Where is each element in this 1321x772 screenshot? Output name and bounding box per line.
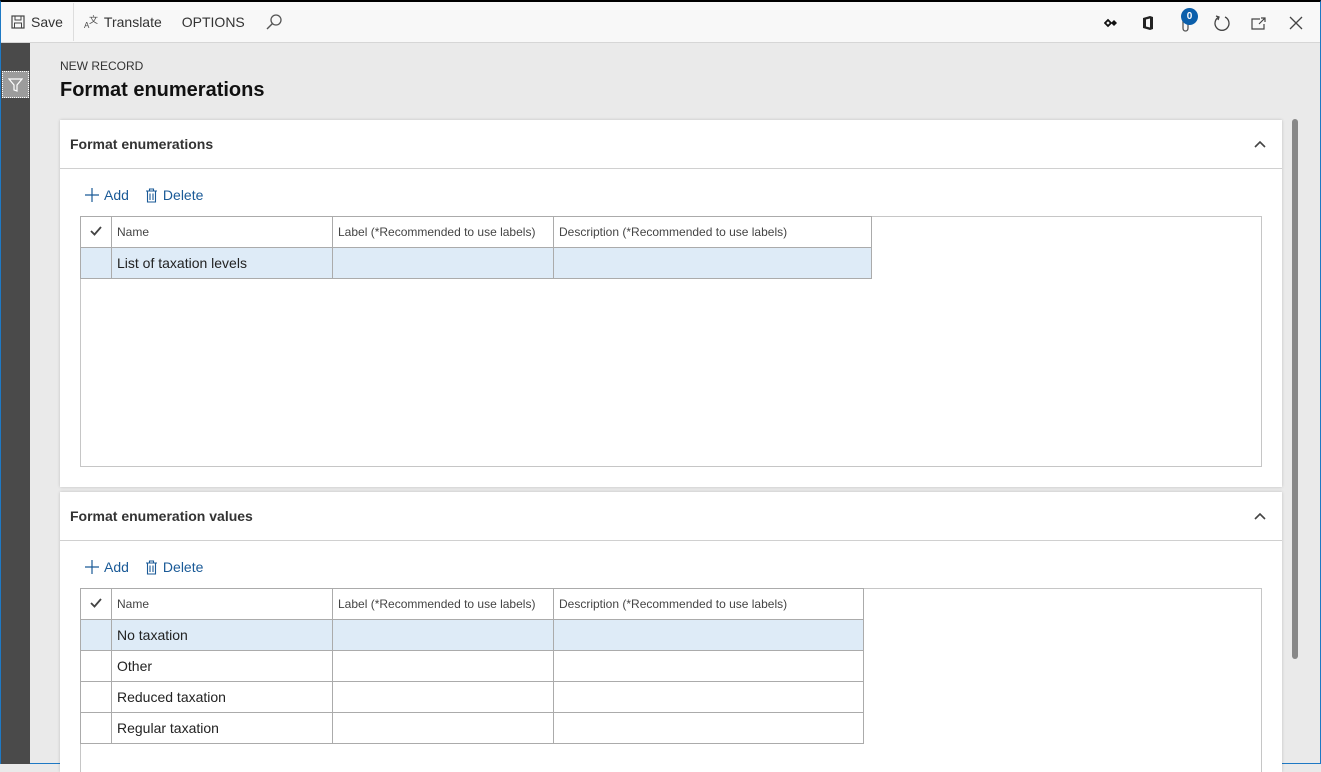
format-enumeration-values-grid: Name Label (*Recommended to use labels) … [80,588,1262,772]
close-icon [1289,16,1302,29]
add-label: Add [104,559,129,575]
cell-name[interactable]: Regular taxation [111,712,333,744]
format-enumerations-header[interactable]: Format enumerations [60,120,1282,169]
refresh-icon [1213,14,1230,31]
connections-button[interactable] [1092,2,1129,43]
format-enumerations-grid: Name Label (*Recommended to use labels) … [80,216,1262,467]
translate-icon: A文 [84,15,98,29]
add-button[interactable]: Add [85,559,129,575]
cell-label[interactable] [332,681,554,713]
row-selector[interactable] [80,650,112,682]
attachments-button[interactable]: 0 [1166,2,1203,43]
office-icon [1142,15,1153,30]
column-header-description[interactable]: Description (*Recommended to use labels) [553,216,872,248]
main-content: NEW RECORD Format enumerations Format en… [30,43,1320,772]
column-header-description[interactable]: Description (*Recommended to use labels) [553,588,864,620]
svg-text:文: 文 [89,15,98,26]
row-selector[interactable] [80,619,112,651]
cell-description[interactable] [553,650,864,682]
cell-name[interactable]: No taxation [111,619,333,651]
cell-name[interactable]: Other [111,650,333,682]
chevron-up-icon[interactable] [1252,136,1268,152]
trash-icon [145,559,157,575]
open-new-window-button[interactable] [1240,2,1277,43]
translate-button[interactable]: A文 Translate [74,2,172,42]
search-icon [266,14,282,30]
table-row[interactable]: List of taxation levels [80,247,872,279]
column-header-name[interactable]: Name [111,588,333,620]
save-label: Save [31,14,63,30]
plus-icon [85,560,99,574]
table-row[interactable]: Reduced taxation [80,681,864,713]
office-button[interactable] [1129,2,1166,43]
cell-label[interactable] [332,650,554,682]
panel-title: Format enumeration values [70,508,253,524]
column-header-name[interactable]: Name [111,216,333,248]
format-enumeration-values-header[interactable]: Format enumeration values [60,492,1282,541]
cell-description[interactable] [553,712,864,744]
cell-description[interactable] [553,681,864,713]
panel-title: Format enumerations [70,136,214,152]
column-header-label[interactable]: Label (*Recommended to use labels) [332,588,554,620]
chevron-up-icon[interactable] [1252,508,1268,524]
grid-table: Name Label (*Recommended to use labels) … [80,216,872,279]
select-all-checkbox[interactable] [80,588,112,620]
left-nav-bar [1,43,30,764]
cell-name[interactable]: Reduced taxation [111,681,333,713]
format-enumeration-values-panel: Format enumeration values Add Delete Nam… [60,492,1282,772]
cell-name[interactable]: List of taxation levels [111,247,333,279]
save-button[interactable]: Save [1,2,73,42]
delete-button[interactable]: Delete [145,187,203,203]
table-row[interactable]: Regular taxation [80,712,864,744]
page-title: Format enumerations [60,79,265,101]
toolbar-right: 0 [1092,2,1314,43]
translate-label: Translate [103,14,162,30]
cell-label[interactable] [332,619,554,651]
grid-actions: Add Delete [60,541,1282,593]
format-enumerations-panel: Format enumerations Add Delete Name Labe… [60,120,1282,487]
delete-button[interactable]: Delete [145,559,203,575]
table-row[interactable]: Other [80,650,864,682]
search-button[interactable] [255,2,299,42]
row-selector[interactable] [80,247,112,279]
table-row[interactable]: No taxation [80,619,864,651]
row-selector[interactable] [80,681,112,713]
cell-description[interactable] [553,619,864,651]
grid-table: Name Label (*Recommended to use labels) … [80,588,864,744]
vertical-scrollbar[interactable] [1292,119,1298,659]
save-icon [11,15,25,29]
filter-icon [8,77,23,92]
checkmark-icon [90,598,102,608]
action-pane: Save A文 Translate OPTIONS 0 [1,2,1320,43]
row-selector[interactable] [80,712,112,744]
options-button[interactable]: OPTIONS [172,2,255,42]
record-caption: NEW RECORD [60,59,144,73]
checkmark-icon [90,226,102,236]
app-window: Save A文 Translate OPTIONS 0 NEW RECORD F… [0,0,1321,772]
add-button[interactable]: Add [85,187,129,203]
cell-label[interactable] [332,712,554,744]
add-label: Add [104,187,129,203]
grid-header-row: Name Label (*Recommended to use labels) … [80,588,864,620]
plus-icon [85,188,99,202]
delete-label: Delete [162,559,204,575]
grid-header-row: Name Label (*Recommended to use labels) … [80,216,872,248]
cell-description[interactable] [553,247,872,279]
cell-label[interactable] [332,247,554,279]
select-all-checkbox[interactable] [80,216,112,248]
options-label: OPTIONS [181,14,245,30]
column-header-label[interactable]: Label (*Recommended to use labels) [332,216,554,248]
connections-icon [1103,18,1117,27]
attachments-count-badge: 0 [1181,8,1198,25]
delete-label: Delete [162,187,204,203]
filter-pane-button[interactable] [2,71,29,98]
grid-actions: Add Delete [60,169,1282,221]
trash-icon [145,187,157,203]
close-button[interactable] [1277,2,1314,43]
open-new-window-icon [1250,16,1266,30]
refresh-button[interactable] [1203,2,1240,43]
